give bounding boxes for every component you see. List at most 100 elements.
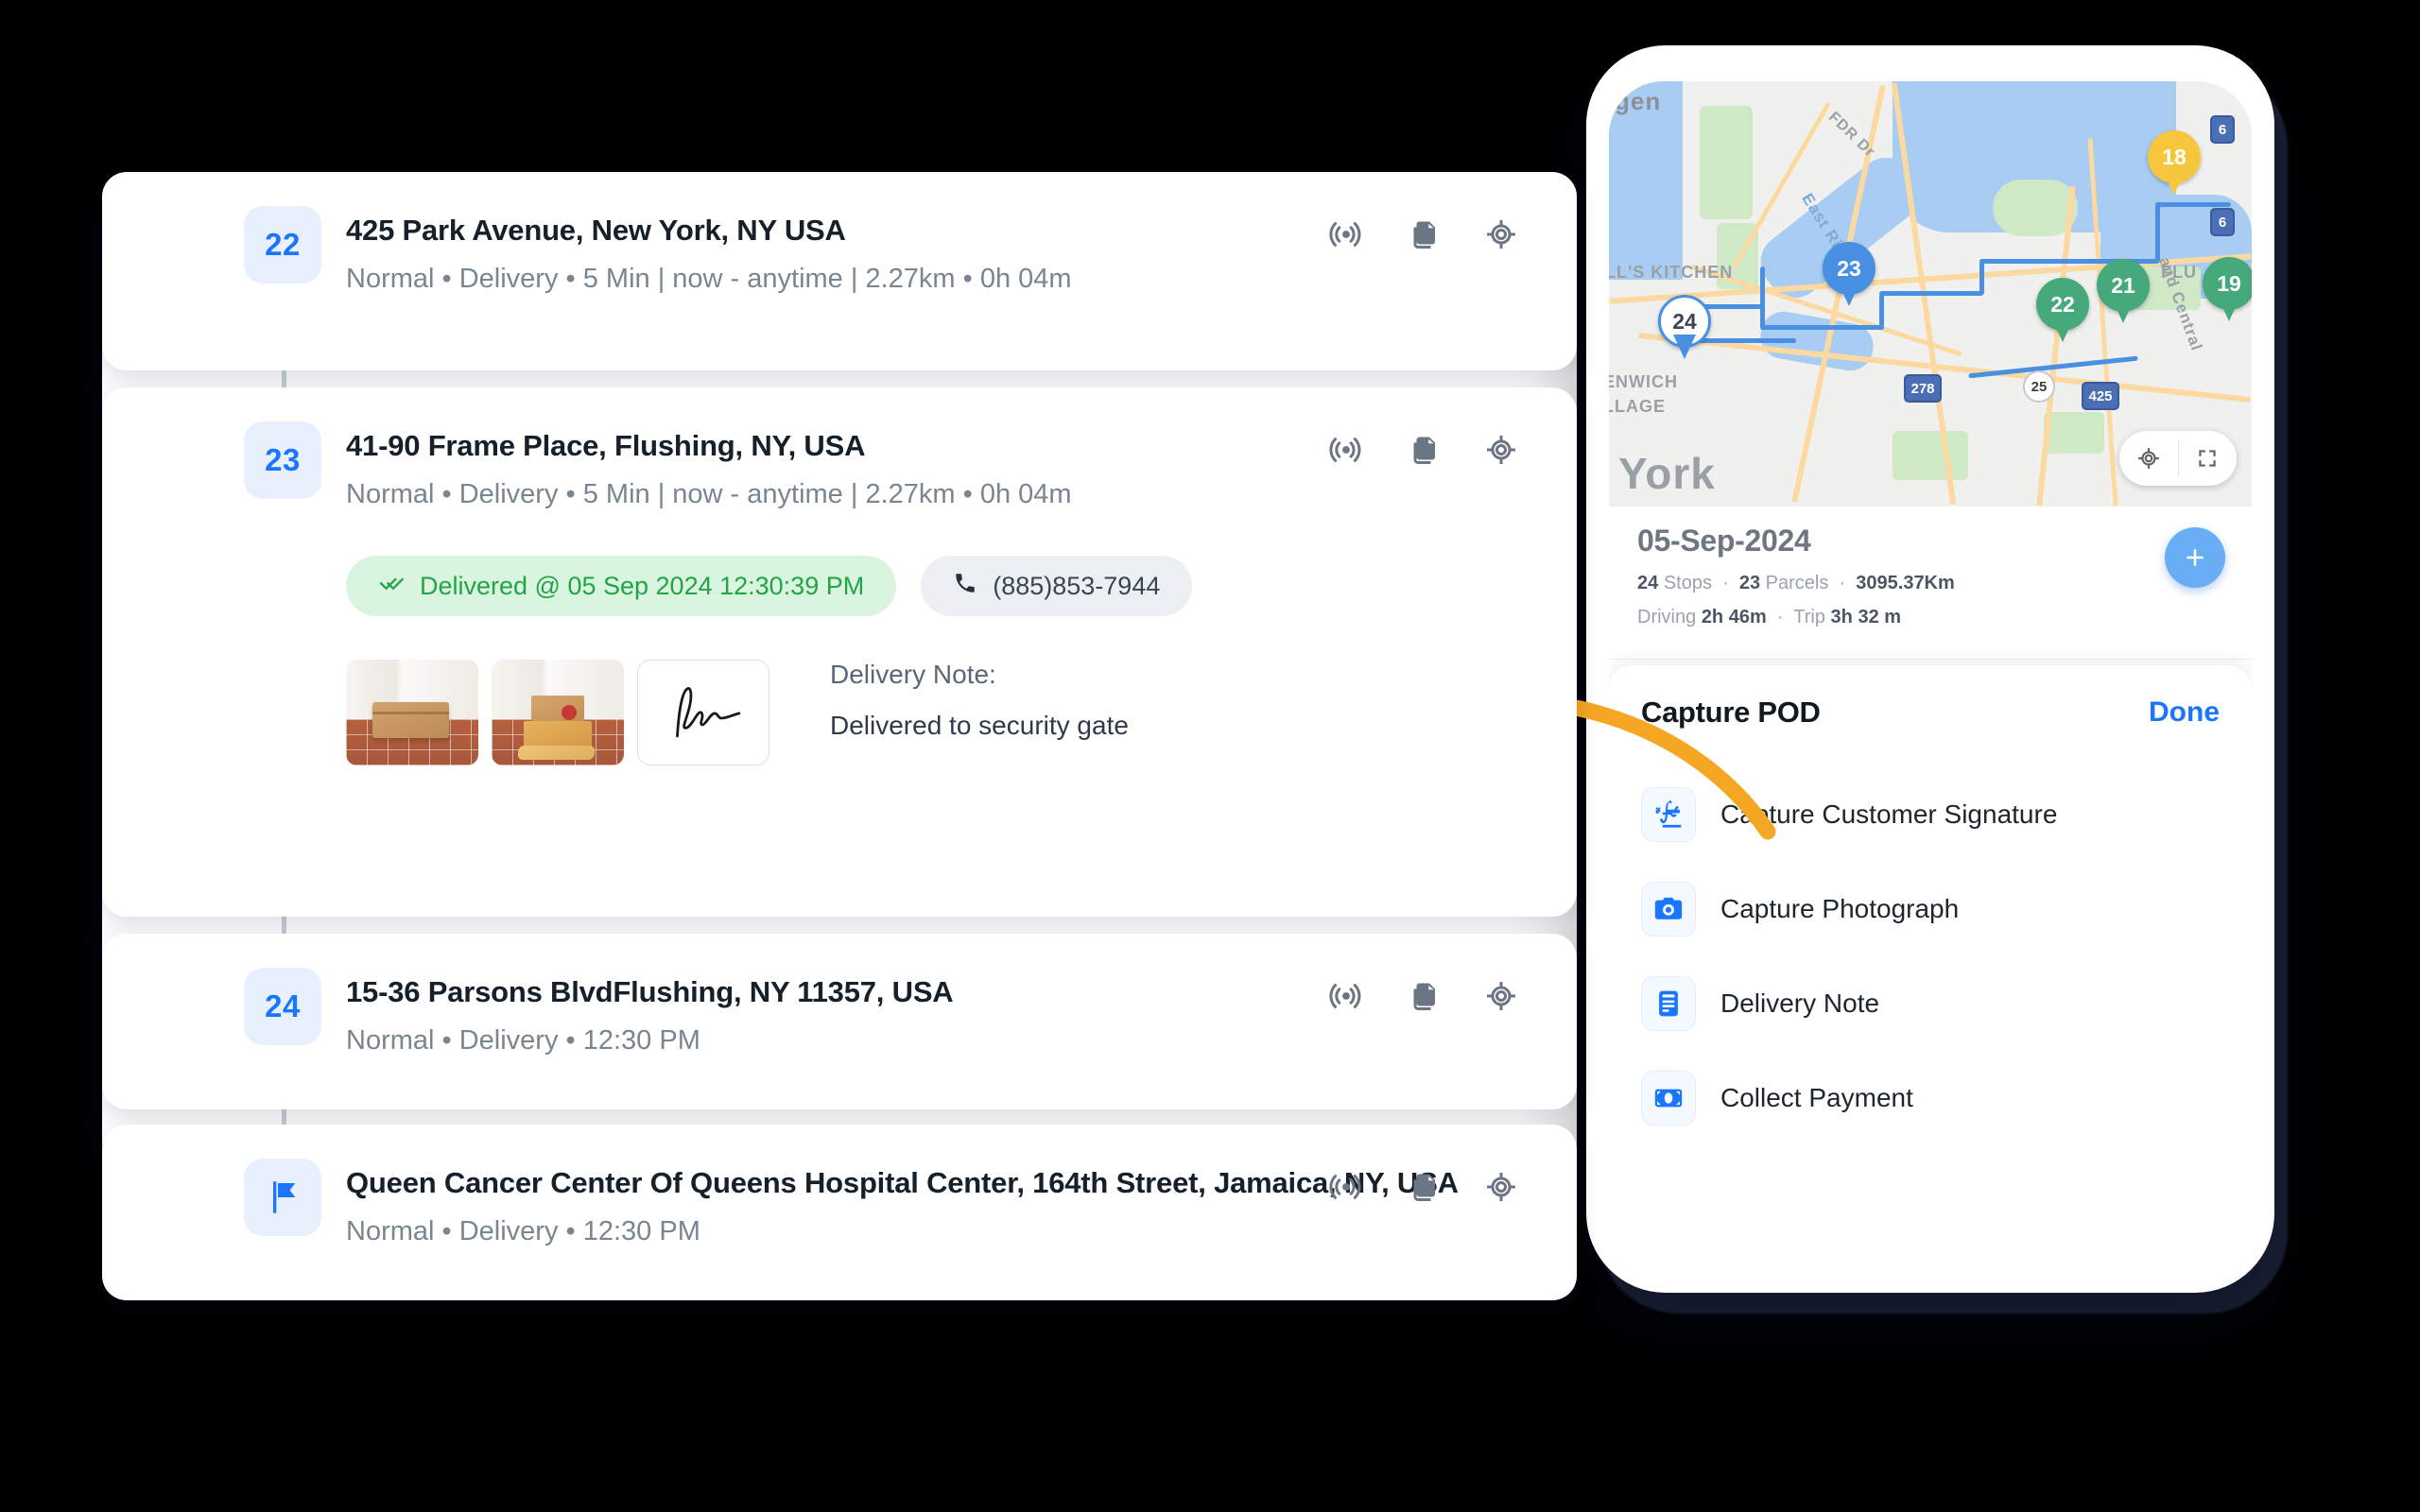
end-stop-badge	[244, 1159, 321, 1236]
trip-durations: Driving 2h 46m · Trip 3h 32 m	[1637, 607, 1902, 627]
driving-value: 2h 46m	[1701, 607, 1767, 627]
delivery-note-label: Delivery Note:	[830, 660, 996, 689]
map-pin[interactable]: 18	[2148, 130, 2201, 197]
locate-icon[interactable]	[1484, 433, 1518, 467]
stop-meta: Normal • Delivery • 12:30 PM	[346, 1025, 700, 1056]
recenter-icon[interactable]	[2119, 431, 2178, 486]
signature-icon	[676, 687, 741, 738]
copy-icon[interactable]	[1407, 979, 1441, 1013]
stop-sequence-badge: 22	[244, 206, 321, 284]
cash-icon	[1641, 1071, 1696, 1125]
list-item[interactable]: Capture Customer Signature	[1641, 767, 2233, 862]
copy-icon[interactable]	[1407, 433, 1441, 467]
screenshot-stage: 22 425 Park Avenue, New York, NY USA Nor…	[0, 0, 2420, 1512]
stop-sequence-badge: 23	[244, 421, 321, 499]
phone-number: (885)853-7944	[993, 571, 1161, 600]
broadcast-icon[interactable]	[1329, 433, 1363, 467]
double-check-icon	[378, 570, 405, 603]
pod-item-label: Collect Payment	[1720, 1083, 1913, 1112]
pod-item-label: Capture Photograph	[1720, 894, 1960, 923]
stop-meta: Normal • Delivery • 12:30 PM	[346, 1216, 700, 1246]
stop-sequence-number: 22	[265, 227, 301, 262]
stops-label: Stops	[1663, 573, 1712, 593]
row-action-group	[1329, 1170, 1518, 1204]
pod-signature[interactable]	[637, 660, 769, 765]
map-pin[interactable]: 19	[2203, 257, 2252, 323]
pod-option-list: Capture Customer Signature Capture Photo…	[1641, 767, 2233, 1145]
pod-photo-2[interactable]	[492, 660, 624, 765]
done-button[interactable]: Done	[2149, 696, 2220, 729]
map-controls	[2119, 431, 2237, 486]
table-row[interactable]: 24 15-36 Parsons BlvdFlushing, NY 11357,…	[102, 934, 1577, 1109]
trip-date: 05-Sep-2024	[1637, 524, 1811, 558]
add-icon	[2187, 549, 2204, 566]
route-map[interactable]: gen FDR Dr East River LL'S KITCHEN FLU a…	[1609, 81, 2252, 507]
stop-address: 41-90 Frame Place, Flushing, NY, USA	[346, 429, 866, 462]
broadcast-icon[interactable]	[1329, 217, 1363, 251]
add-stop-button[interactable]	[2165, 527, 2225, 588]
delivery-note-block: Delivery Note: Delivered to security gat…	[830, 660, 1129, 741]
row-action-group	[1329, 217, 1518, 251]
stops-count: 24	[1637, 573, 1659, 593]
row-action-group	[1329, 433, 1518, 467]
stop-meta: Normal • Delivery • 5 Min | now - anytim…	[346, 479, 1072, 509]
status-badge: Delivered @ 05 Sep 2024 12:30:39 PM	[346, 556, 897, 616]
phone-icon	[953, 571, 977, 602]
table-row[interactable]: 22 425 Park Avenue, New York, NY USA Nor…	[102, 172, 1577, 370]
trip-summary: 05-Sep-2024 24 Stops · 23 Parcels · 3095…	[1609, 507, 2252, 660]
pod-header: Capture POD Done	[1641, 696, 2220, 730]
stop-sequence-number: 24	[265, 988, 301, 1023]
route-shield: 25	[2023, 370, 2055, 403]
stop-address: 15-36 Parsons BlvdFlushing, NY 11357, US…	[346, 975, 954, 1008]
stop-list-panel: 22 425 Park Avenue, New York, NY USA Nor…	[102, 172, 1577, 1300]
phone-button[interactable]: (885)853-7944	[921, 556, 1193, 616]
map-pin[interactable]: 23	[1823, 242, 1876, 308]
highway-shield: 278	[1904, 374, 1942, 403]
row-action-group	[1329, 979, 1518, 1013]
broadcast-icon[interactable]	[1329, 979, 1363, 1013]
list-item[interactable]: Capture Photograph	[1641, 862, 2233, 956]
broadcast-icon[interactable]	[1329, 1170, 1363, 1204]
highway-shield: 6	[2210, 115, 2235, 144]
phone-device: gen FDR Dr East River LL'S KITCHEN FLU a…	[1586, 45, 2274, 1293]
document-icon	[1641, 976, 1696, 1031]
pod-photo-1[interactable]	[346, 660, 478, 765]
locate-icon[interactable]	[1484, 979, 1518, 1013]
trip-value: 3h 32 m	[1830, 607, 1902, 627]
map-pin[interactable]: 22	[2036, 278, 2089, 344]
list-item[interactable]: Delivery Note	[1641, 956, 2233, 1051]
driving-label: Driving	[1637, 607, 1697, 627]
copy-icon[interactable]	[1407, 1170, 1441, 1204]
pod-media-group	[346, 660, 769, 765]
capture-pod-sheet: Capture POD Done Capture Customer Signat…	[1609, 665, 2252, 1244]
table-row[interactable]: Queen Cancer Center Of Queens Hospital C…	[102, 1125, 1577, 1300]
page-title: Capture POD	[1641, 696, 1821, 729]
status-chip-row: Delivered @ 05 Sep 2024 12:30:39 PM (885…	[346, 556, 1193, 616]
pod-item-label: Delivery Note	[1720, 988, 1880, 1018]
stop-address: 425 Park Avenue, New York, NY USA	[346, 214, 846, 247]
delivery-note-value: Delivered to security gate	[830, 711, 1129, 740]
trip-label: Trip	[1793, 607, 1825, 627]
map-pin[interactable]: 21	[2097, 259, 2150, 325]
stop-sequence-number: 23	[265, 442, 301, 477]
copy-icon[interactable]	[1407, 217, 1441, 251]
stop-sequence-badge: 24	[244, 968, 321, 1045]
map-pin[interactable]: 24	[1658, 295, 1711, 361]
locate-icon[interactable]	[1484, 217, 1518, 251]
stop-meta: Normal • Delivery • 5 Min | now - anytim…	[346, 264, 1072, 294]
highway-shield: 425	[2082, 382, 2119, 410]
locate-icon[interactable]	[1484, 1170, 1518, 1204]
fullscreen-icon[interactable]	[2179, 431, 2238, 486]
highway-shield: 6	[2210, 208, 2235, 236]
camera-icon	[1641, 882, 1696, 936]
trip-counts: 24 Stops · 23 Parcels · 3095.37Km	[1637, 573, 1955, 593]
phone-screen: gen FDR Dr East River LL'S KITCHEN FLU a…	[1609, 81, 2252, 1244]
stop-address: Queen Cancer Center Of Queens Hospital C…	[346, 1166, 1459, 1199]
parcels-count: 23	[1738, 573, 1761, 593]
parcels-label: Parcels	[1765, 573, 1829, 593]
table-row[interactable]: 23 41-90 Frame Place, Flushing, NY, USA …	[102, 387, 1577, 917]
flag-icon	[273, 1181, 296, 1213]
list-item[interactable]: Collect Payment	[1641, 1051, 2233, 1145]
pod-item-label: Capture Customer Signature	[1720, 799, 2058, 829]
trip-distance: 3095.37Km	[1856, 573, 1955, 593]
